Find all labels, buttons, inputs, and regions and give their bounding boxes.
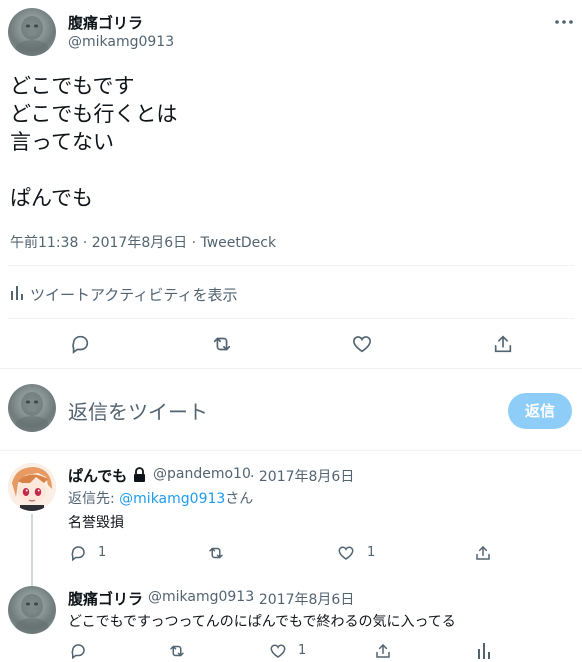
tweet-text: どこでもです どこでも行くとは 言ってない ぱんでも bbox=[10, 72, 177, 212]
like-heart-icon[interactable] bbox=[336, 543, 356, 563]
tweet-text-line: どこでも行くとは bbox=[10, 102, 178, 126]
gorilla-avatar-image bbox=[15, 16, 49, 56]
compose-avatar bbox=[8, 384, 56, 432]
retweet-icon[interactable] bbox=[209, 332, 235, 356]
reply-count: 1 bbox=[98, 545, 107, 560]
tweet-meta[interactable]: 午前11:38 · 2017年8月6日 · TweetDeck bbox=[10, 232, 276, 252]
anime-avatar-image bbox=[8, 463, 56, 511]
like-count: 1 bbox=[367, 545, 376, 560]
share-icon[interactable] bbox=[491, 332, 515, 356]
reply-date[interactable]: · 2017年8月6日 bbox=[250, 466, 354, 486]
tweet-text-line: ぱんでも bbox=[10, 186, 93, 210]
retweet-icon[interactable] bbox=[166, 641, 188, 661]
tweet-text-line: 言ってない bbox=[10, 130, 114, 154]
like-heart-icon[interactable] bbox=[268, 641, 288, 661]
reply-to-suffix: さん bbox=[225, 491, 254, 507]
reply-author-handle[interactable]: @mikamg0913 bbox=[148, 589, 254, 605]
activity-chart-icon[interactable] bbox=[476, 641, 492, 661]
like-count: 1 bbox=[298, 643, 307, 658]
share-icon[interactable] bbox=[373, 641, 393, 661]
reply-to-line: 返信先: @mikamg0913さん bbox=[68, 488, 253, 508]
more-dots-icon[interactable] bbox=[552, 12, 576, 32]
reply-to-handle-link[interactable]: @mikamg0913 bbox=[119, 491, 225, 507]
tweet-activity-link[interactable]: ツイートアクティビティを表示 bbox=[30, 284, 237, 305]
reply-text: 名誉毀損 bbox=[68, 515, 124, 531]
tweet-text-line bbox=[10, 156, 177, 184]
thread-connector-line bbox=[31, 514, 33, 586]
reply-author-avatar[interactable] bbox=[8, 586, 56, 634]
author-handle[interactable]: @mikamg0913 bbox=[68, 34, 174, 50]
author-avatar[interactable] bbox=[8, 8, 56, 56]
retweet-icon[interactable] bbox=[205, 543, 227, 563]
like-heart-icon[interactable] bbox=[350, 332, 374, 356]
divider bbox=[8, 318, 574, 319]
reply-icon[interactable] bbox=[68, 543, 88, 563]
reply-submit-button[interactable]: 返信 bbox=[508, 393, 572, 429]
reply-author-name[interactable]: 腹痛ゴリラ bbox=[68, 588, 143, 609]
divider bbox=[0, 368, 582, 369]
reply-icon[interactable] bbox=[68, 332, 92, 356]
reply-date[interactable]: · 2017年8月6日 bbox=[250, 589, 354, 609]
lock-icon bbox=[131, 466, 147, 482]
activity-chart-icon bbox=[10, 285, 24, 301]
reply-author-handle[interactable]: @pandemo10 bbox=[153, 466, 251, 482]
divider bbox=[0, 450, 582, 451]
reply-icon[interactable] bbox=[68, 641, 88, 661]
gorilla-avatar-image bbox=[15, 392, 49, 432]
gorilla-avatar-image bbox=[15, 594, 49, 634]
reply-author-avatar[interactable] bbox=[8, 463, 56, 511]
share-icon[interactable] bbox=[473, 543, 493, 563]
author-name[interactable]: 腹痛ゴリラ bbox=[68, 12, 143, 33]
reply-author-name[interactable]: ぱんでも bbox=[68, 465, 127, 486]
reply-to-prefix: 返信先: bbox=[68, 491, 120, 507]
reply-text: どこでもですっつってんのにぱんでもで終わるの気に入ってる bbox=[68, 614, 456, 630]
divider bbox=[8, 265, 574, 266]
reply-compose-input[interactable]: 返信をツイート bbox=[68, 396, 488, 426]
tweet-text-line: どこでもです bbox=[10, 74, 135, 98]
